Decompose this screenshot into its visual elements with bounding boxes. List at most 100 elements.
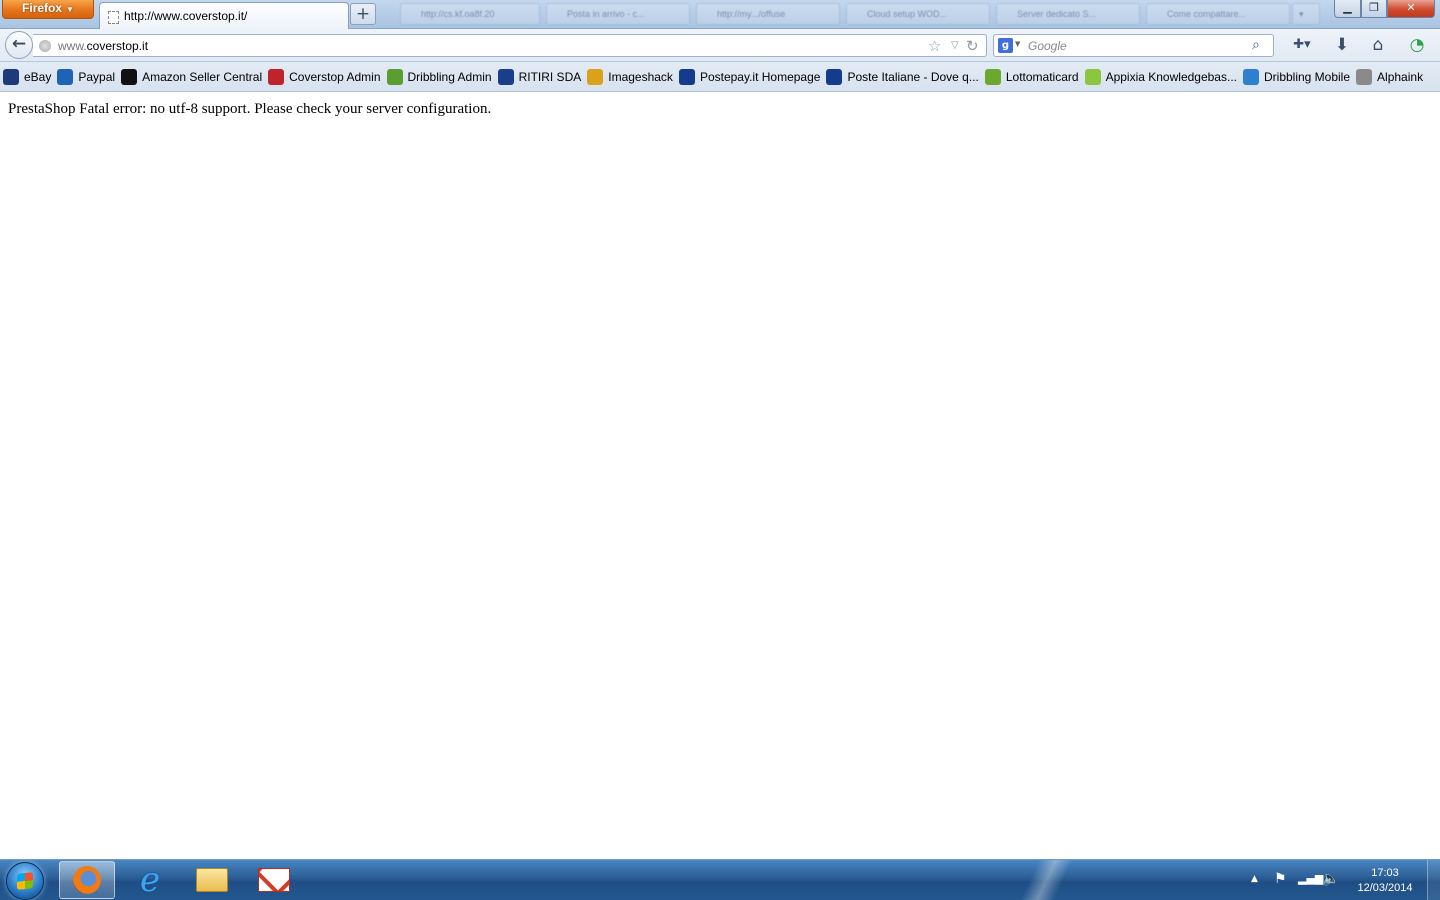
bookmark-label: Lottomaticard (1005, 69, 1079, 84)
tab-title: http://www.coverstop.it/ (124, 9, 248, 23)
bookmark-item[interactable]: Paypal (57, 68, 116, 85)
url-prefix: www. (58, 39, 87, 53)
bookmark-item[interactable]: Imageshack (587, 68, 673, 85)
firefox-menu-button[interactable]: Firefox ▼ (2, 0, 94, 19)
amazon-icon (121, 68, 138, 85)
search-bar: g ▼ ⌕ (993, 34, 1274, 57)
taskbar-explorer-button[interactable] (184, 861, 240, 899)
bookmark-item[interactable]: Alphaink (1356, 68, 1424, 85)
imageshack-icon (587, 68, 604, 85)
tab-background[interactable]: Server dedicato S... (996, 3, 1140, 25)
globe-icon[interactable] (39, 40, 51, 52)
bookmarks-menu-button[interactable]: ✚▾ (1286, 34, 1318, 56)
google-engine-icon[interactable]: g (998, 38, 1013, 53)
url-domain: coverstop.it (86, 39, 149, 53)
taskbar-glare (1010, 860, 1090, 900)
bookmark-item[interactable]: Dribbling Mobile (1242, 68, 1351, 85)
back-arrow-icon: ← (11, 34, 27, 54)
bookmark-item[interactable]: RITIRI SDA (497, 68, 582, 85)
dribbling-mobile-icon (1242, 68, 1259, 85)
action-center-flag-icon[interactable]: ⚑ (1274, 871, 1287, 887)
bookmark-item[interactable]: Coverstop Admin (268, 68, 381, 85)
windows-logo-icon (17, 872, 33, 890)
tab-background[interactable]: Posta in arrivo - c... (546, 3, 690, 25)
firefox-icon (73, 866, 101, 894)
back-button[interactable]: ← (5, 31, 33, 59)
paypal-icon (57, 68, 74, 85)
url-bar[interactable]: www.coverstop.it ☆ ▽ ↻ (33, 34, 987, 57)
firefox-menu-label: Firefox (22, 1, 63, 15)
coverstop-icon (268, 68, 285, 85)
bookmark-label: Postepay.it Homepage (699, 69, 821, 84)
show-hidden-icons-icon[interactable]: ▲ (1251, 874, 1258, 884)
bookmark-label: Dribbling Admin (407, 69, 492, 84)
bookmark-label: Imageshack (608, 69, 673, 84)
folder-icon (196, 868, 228, 892)
tab-background[interactable]: http://cs.kf.oa8f.20 (400, 3, 540, 25)
bookmark-label: Dribbling Mobile (1263, 69, 1351, 84)
alphaink-icon (1356, 68, 1373, 85)
reload-icon[interactable]: ↻ (966, 36, 979, 56)
taskbar-ie-button[interactable]: e (122, 861, 178, 899)
restore-button[interactable]: ❐ (1361, 0, 1387, 18)
search-icon[interactable]: ⌕ (1252, 36, 1260, 54)
bookmark-item[interactable]: Appixia Knowledgebas... (1084, 68, 1237, 85)
mail-icon (258, 868, 290, 892)
sda-icon (497, 68, 514, 85)
bookmark-label: Appixia Knowledgebas... (1105, 69, 1237, 84)
url-text[interactable]: www.coverstop.it (58, 39, 148, 53)
close-button[interactable]: ✕ (1387, 0, 1435, 18)
page-content: PrestaShop Fatal error: no utf-8 support… (0, 93, 1440, 859)
taskbar: e ▲ ⚑ ▂▄▆ 🔈 17:03 12/03/2014 (0, 859, 1440, 900)
network-signal-icon[interactable]: ▂▄▆ (1298, 871, 1323, 887)
clock-date: 12/03/2014 (1357, 882, 1413, 894)
bookmark-label: Coverstop Admin (289, 69, 381, 84)
bookmark-item[interactable]: eBay (3, 68, 52, 85)
download-icon[interactable]: ⬇ (1330, 34, 1354, 56)
bookmark-item[interactable]: Poste Italiane - Dove q... (826, 68, 979, 85)
tab-active[interactable]: http://www.coverstop.it/ (99, 2, 349, 30)
bookmark-label: Alphaink (1377, 69, 1424, 84)
system-clock[interactable]: 17:03 12/03/2014 (1349, 866, 1421, 896)
lottomatica-icon (984, 68, 1001, 85)
bookmark-label: Poste Italiane - Dove q... (847, 69, 979, 84)
appixia-icon (1084, 68, 1101, 85)
chevron-down-icon: ▼ (66, 5, 74, 14)
minimize-button[interactable]: ▁ (1334, 0, 1361, 18)
addon-icon[interactable]: ◔ (1403, 34, 1431, 56)
ebay-icon (3, 68, 19, 85)
blank-page-icon (108, 11, 119, 24)
bookmark-item[interactable]: Amazon Seller Central (121, 68, 263, 85)
bookmarks-toolbar: eBay Paypal Amazon Seller Central Coverstop… (0, 62, 1440, 92)
bookmark-label: RITIRI SDA (518, 69, 582, 84)
bookmark-item[interactable]: Postepay.it Homepage (678, 68, 821, 85)
start-button[interactable] (6, 862, 44, 900)
tab-background[interactable]: Cloud setup WOD... (846, 3, 990, 25)
taskbar-firefox-button[interactable] (59, 861, 115, 899)
bookmark-star-icon[interactable]: ☆ (928, 36, 941, 56)
tab-list-button[interactable]: ▾ (1292, 3, 1320, 25)
tab-background[interactable]: Come compattare... (1146, 3, 1290, 25)
bookmark-item[interactable]: Dribbling Admin (386, 68, 492, 85)
history-dropdown-icon[interactable]: ▽ (951, 36, 959, 56)
clock-time: 17:03 (1371, 867, 1399, 879)
bookmark-label: Amazon Seller Central (142, 69, 263, 84)
show-desktop-button[interactable] (1427, 860, 1440, 900)
search-input[interactable] (1028, 38, 1243, 54)
error-message: PrestaShop Fatal error: no utf-8 support… (8, 101, 492, 117)
taskbar-mail-button[interactable] (246, 861, 302, 899)
bookmark-label: eBay (24, 69, 52, 84)
home-icon[interactable]: ⌂ (1366, 34, 1390, 56)
volume-icon[interactable]: 🔈 (1322, 871, 1339, 887)
dribbling-icon (386, 68, 403, 85)
browser-title-bar: Firefox ▼ http://www.coverstop.it/ + http… (0, 0, 1440, 30)
tab-background[interactable]: http://my.../offuse (696, 3, 840, 25)
postepay-icon (678, 68, 695, 85)
bookmark-item[interactable]: Lottomaticard (984, 68, 1079, 85)
new-tab-button[interactable]: + (350, 3, 376, 25)
poste-icon (826, 68, 843, 85)
internet-explorer-icon: e (139, 860, 161, 900)
bookmark-label: Paypal (78, 69, 116, 84)
chevron-down-icon[interactable]: ▼ (1015, 40, 1020, 48)
navigation-bar: ← www.coverstop.it ☆ ▽ ↻ g ▼ ⌕ ✚▾ ⬇ ⌂ ◔ (0, 29, 1440, 62)
